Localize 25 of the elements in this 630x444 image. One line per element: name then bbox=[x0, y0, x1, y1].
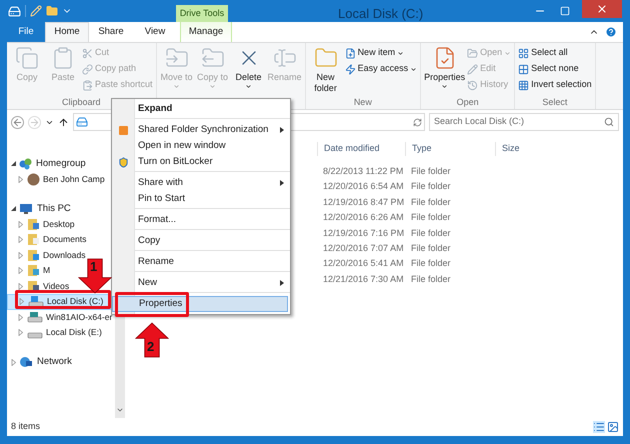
table-cell-text: File folder bbox=[411, 180, 451, 194]
ribbon-group-label: New bbox=[354, 97, 372, 107]
table-cell-text: File folder bbox=[411, 164, 451, 178]
table-cell-text: 12/20/2016 7:07 AM bbox=[323, 242, 405, 255]
table-cell-text: File folder bbox=[411, 211, 451, 224]
table-cell-text: File folder bbox=[411, 242, 451, 255]
table-cell-text: File folder bbox=[411, 196, 451, 209]
table-cell-text: 12/21/2016 7:30 AM bbox=[323, 272, 405, 286]
ribbon-group-label: Clipboard bbox=[62, 97, 101, 107]
table-cell-text: 12/20/2016 6:26 AM bbox=[323, 211, 405, 224]
table-cell-text: File folder bbox=[411, 272, 451, 286]
table-cell-text: 8/22/2013 11:22 PM bbox=[323, 164, 404, 178]
status-text: 8 items bbox=[11, 420, 42, 434]
table-cell-text: 12/20/2016 6:54 AM bbox=[323, 180, 405, 194]
window-title: Local Disk (C:) bbox=[338, 5, 424, 22]
table-cell-text: 12/19/2016 7:16 PM bbox=[323, 226, 406, 240]
table-cell-text: 12/19/2016 8:47 PM bbox=[323, 196, 406, 209]
step-number: 1 bbox=[90, 259, 98, 274]
step-number: 2 bbox=[147, 339, 154, 354]
ribbon-group-label: Select bbox=[542, 97, 568, 107]
table-cell-text: File folder bbox=[411, 257, 451, 270]
table-cell-text: 12/20/2016 5:41 AM bbox=[323, 257, 405, 270]
context-tab-group-label: Drive Tools bbox=[176, 5, 228, 22]
ribbon-group-label: Open bbox=[456, 97, 479, 107]
table-cell-text: File folder bbox=[411, 226, 451, 240]
